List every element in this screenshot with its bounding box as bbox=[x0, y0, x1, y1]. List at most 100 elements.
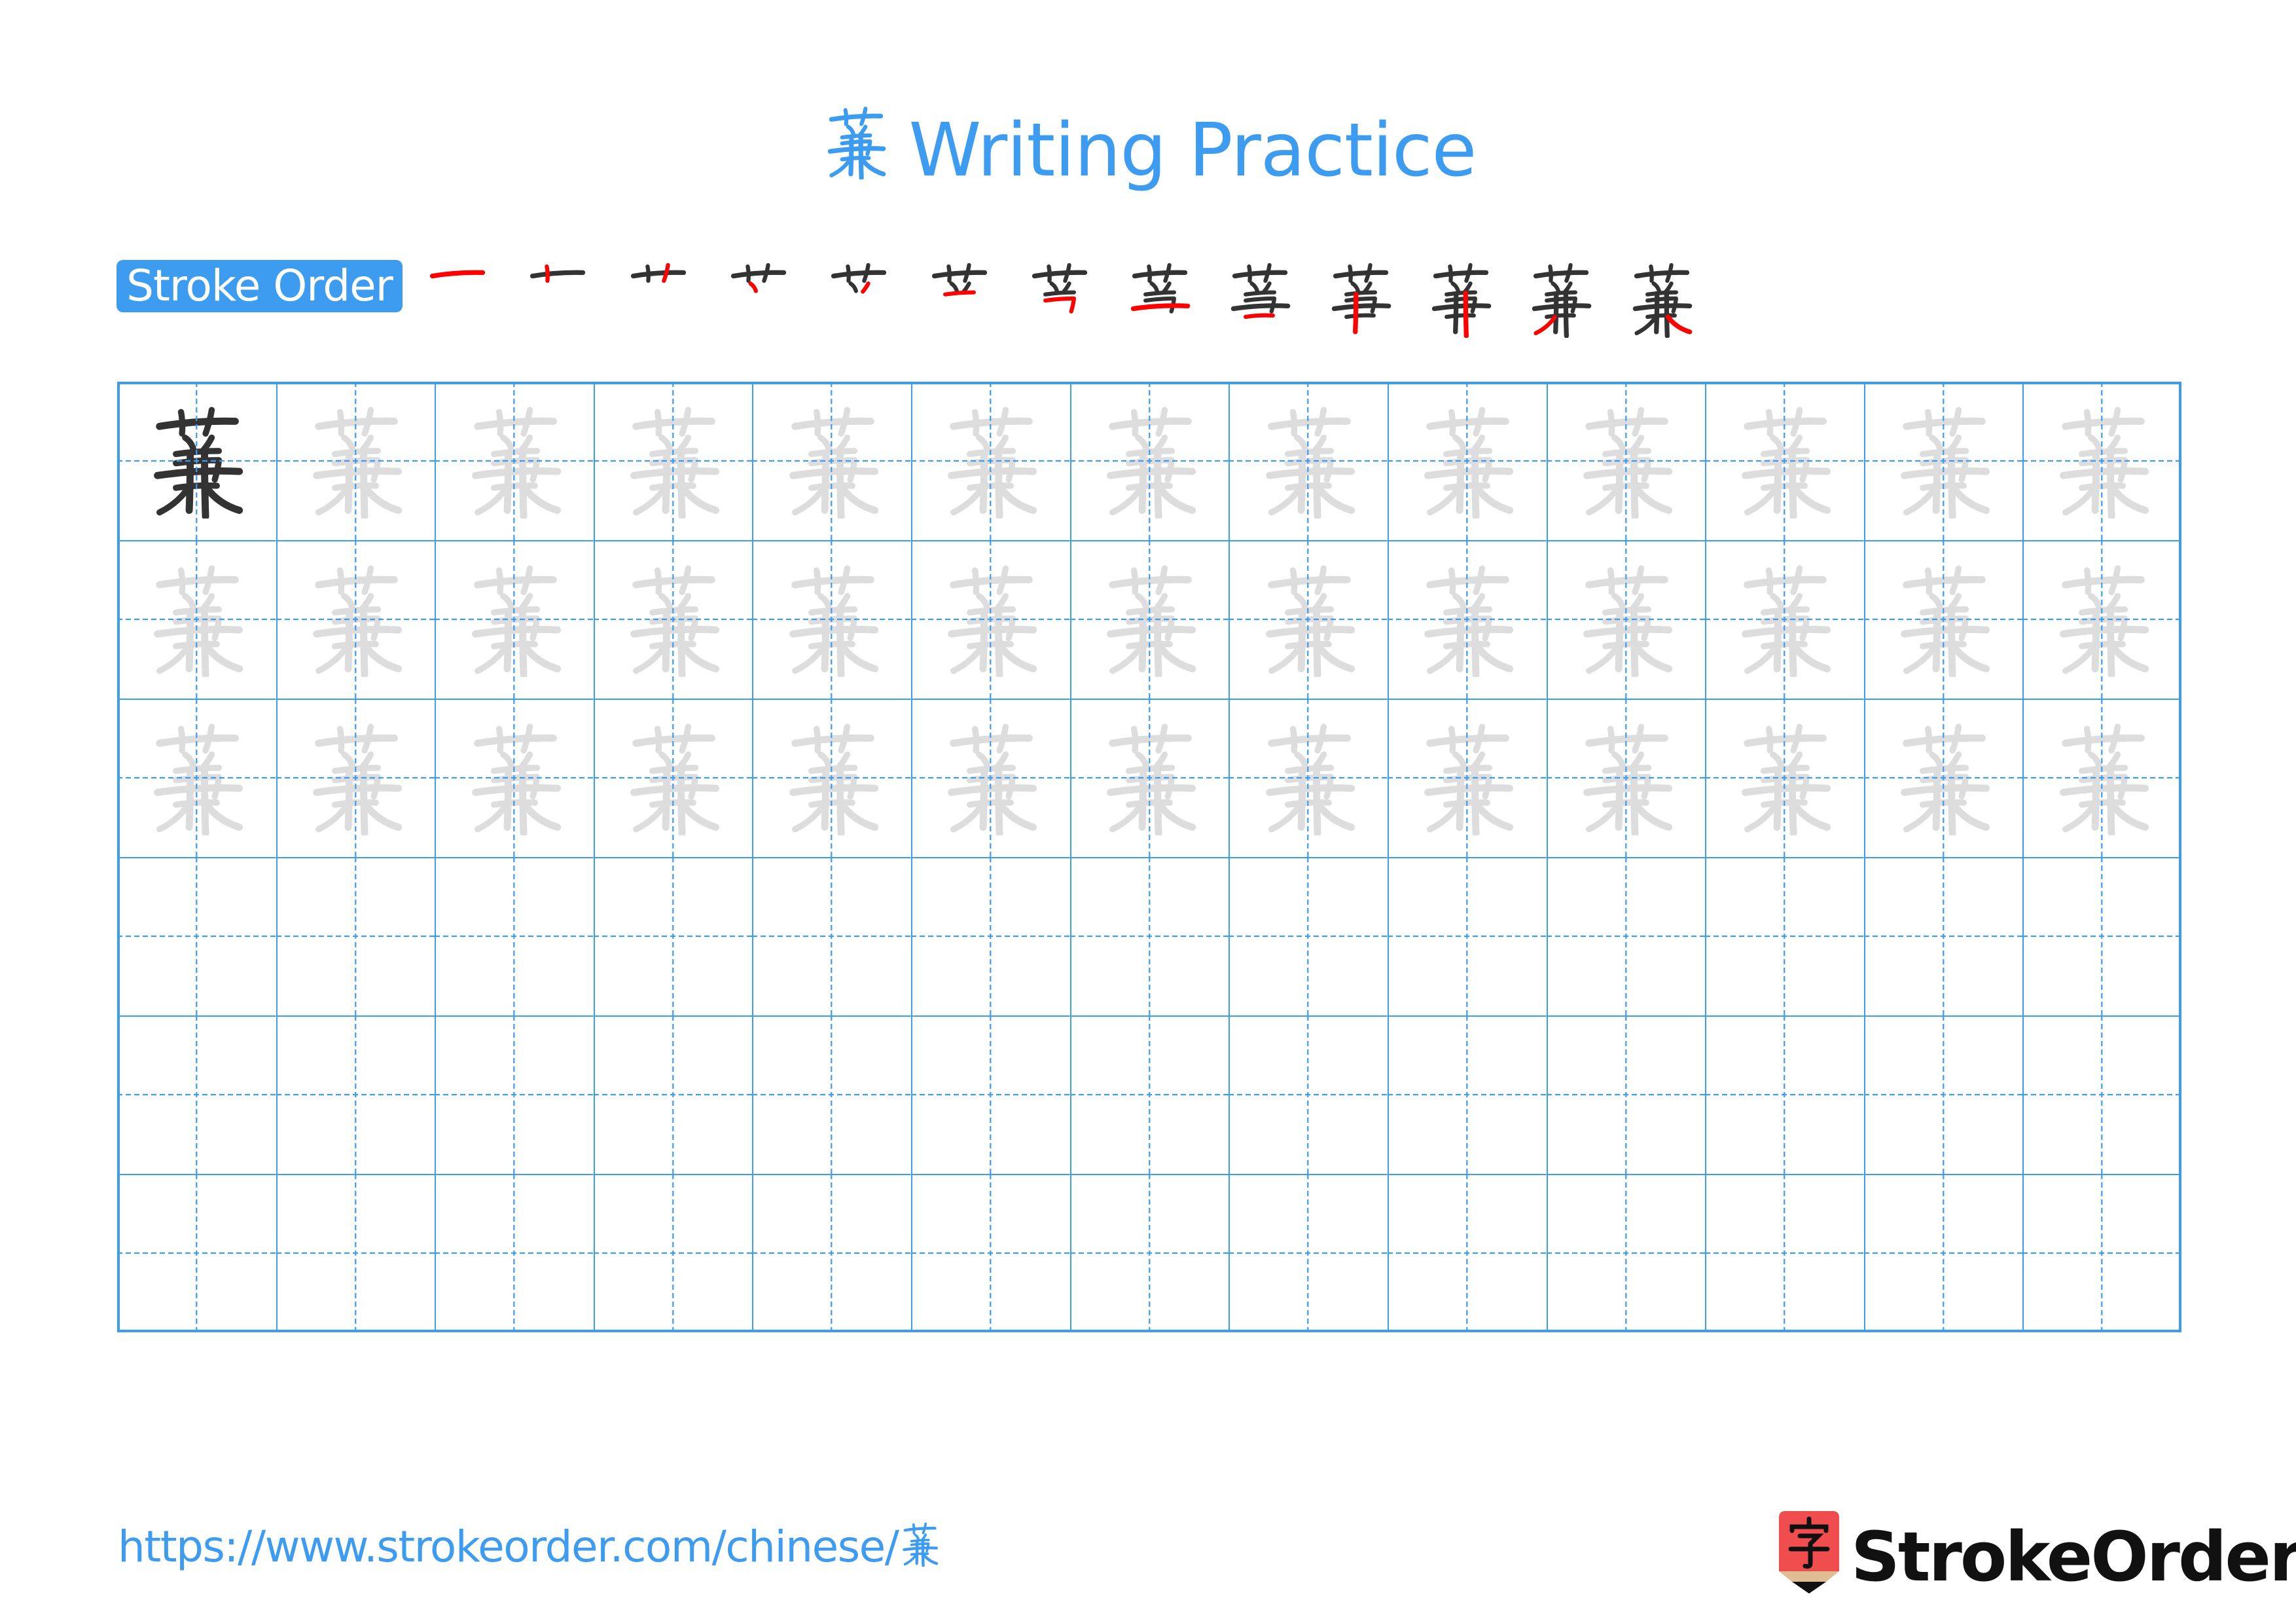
grid-cell[interactable] bbox=[752, 1174, 912, 1332]
grid-cell[interactable] bbox=[1387, 699, 1547, 857]
grid-cell[interactable] bbox=[593, 857, 753, 1015]
grid-cell[interactable] bbox=[117, 1174, 276, 1332]
grid-cell[interactable] bbox=[1863, 540, 2023, 699]
grid-cell[interactable] bbox=[752, 540, 912, 699]
grid-cell[interactable] bbox=[1705, 857, 1864, 1015]
grid-cell[interactable] bbox=[1863, 382, 2023, 540]
grid-cell[interactable] bbox=[911, 1174, 1070, 1332]
grid-cell[interactable] bbox=[1229, 1015, 1388, 1174]
grid-cell[interactable] bbox=[1229, 1174, 1388, 1332]
grid-cell[interactable] bbox=[593, 1015, 753, 1174]
grid-cell[interactable] bbox=[1863, 1015, 2023, 1174]
grid-cell[interactable] bbox=[593, 540, 753, 699]
grid-cell[interactable] bbox=[2022, 857, 2181, 1015]
grid-cell[interactable] bbox=[1229, 540, 1388, 699]
grid-cell[interactable] bbox=[435, 1174, 594, 1332]
grid-cell[interactable] bbox=[593, 699, 753, 857]
grid-cell[interactable] bbox=[1229, 857, 1388, 1015]
grid-cell[interactable] bbox=[1705, 1174, 1864, 1332]
grid-cell[interactable] bbox=[1387, 1174, 1547, 1332]
stroke-step-glyph bbox=[1130, 263, 1191, 314]
grid-cell[interactable] bbox=[435, 699, 594, 857]
grid-cell[interactable] bbox=[1387, 1015, 1547, 1174]
grid-cell[interactable] bbox=[1387, 382, 1547, 540]
grid-cell[interactable] bbox=[1546, 1174, 1706, 1332]
current-stroke bbox=[661, 263, 670, 283]
cell-guides bbox=[593, 1015, 753, 1174]
grid-cell[interactable] bbox=[1069, 1174, 1229, 1332]
grid-cell[interactable] bbox=[1069, 1015, 1229, 1174]
grid-cell[interactable] bbox=[2022, 1015, 2181, 1174]
grid-cell[interactable] bbox=[117, 1015, 276, 1174]
grid-cell[interactable] bbox=[1229, 699, 1388, 857]
grid-cell[interactable] bbox=[435, 857, 594, 1015]
grid-cell[interactable] bbox=[435, 382, 594, 540]
grid-cell[interactable] bbox=[752, 857, 912, 1015]
cell-guides bbox=[752, 1015, 912, 1174]
grid-cell[interactable] bbox=[1546, 540, 1706, 699]
grid-cell[interactable] bbox=[435, 1015, 594, 1174]
stroke bbox=[1132, 270, 1188, 279]
grid-cell[interactable] bbox=[593, 1174, 753, 1332]
grid-cell[interactable] bbox=[1705, 382, 1864, 540]
grid-cell[interactable] bbox=[593, 382, 753, 540]
grid-cell[interactable] bbox=[1229, 382, 1388, 540]
stroke bbox=[904, 1553, 918, 1566]
stroke bbox=[1664, 290, 1670, 338]
grid-cell[interactable] bbox=[1069, 699, 1229, 857]
grid-cell[interactable] bbox=[1863, 699, 2023, 857]
grid-cell[interactable] bbox=[276, 1015, 435, 1174]
grid-cell[interactable] bbox=[911, 699, 1070, 857]
stroke bbox=[1031, 270, 1087, 279]
grid-cell[interactable] bbox=[1387, 540, 1547, 699]
grid-cell[interactable] bbox=[276, 540, 435, 699]
grid-cell[interactable] bbox=[1387, 857, 1547, 1015]
grid-cell[interactable] bbox=[117, 540, 276, 699]
grid-cell[interactable] bbox=[911, 857, 1070, 1015]
grid-cell[interactable] bbox=[911, 540, 1070, 699]
stroke-step-glyph bbox=[831, 263, 887, 294]
stroke bbox=[1043, 290, 1076, 297]
grid-cell[interactable] bbox=[2022, 382, 2181, 540]
grid-cell[interactable] bbox=[1546, 857, 1706, 1015]
brand-logo: StrokeOrder bbox=[1779, 1511, 2296, 1599]
grid-cell[interactable] bbox=[117, 699, 276, 857]
grid-cell[interactable] bbox=[911, 1015, 1070, 1174]
grid-cell[interactable] bbox=[752, 699, 912, 857]
grid-cell[interactable] bbox=[911, 382, 1070, 540]
grid-cell[interactable] bbox=[1069, 382, 1229, 540]
grid-cell[interactable] bbox=[1546, 699, 1706, 857]
grid-cell[interactable] bbox=[276, 857, 435, 1015]
cell-guides bbox=[1546, 1015, 1706, 1174]
grid-cell[interactable] bbox=[276, 1174, 435, 1332]
grid-cell[interactable] bbox=[1069, 540, 1229, 699]
stroke-step-glyph bbox=[1231, 263, 1291, 319]
grid-cell[interactable] bbox=[117, 857, 276, 1015]
grid-cell[interactable] bbox=[1546, 382, 1706, 540]
grid-cell[interactable] bbox=[276, 382, 435, 540]
grid-cell[interactable] bbox=[1546, 1015, 1706, 1174]
grid-cell[interactable] bbox=[752, 1015, 912, 1174]
stroke bbox=[1263, 263, 1272, 283]
cell-guides bbox=[1705, 1015, 1864, 1174]
url-text[interactable]: https://www.strokeorder.com/chinese/ bbox=[118, 1522, 899, 1572]
grid-cell[interactable] bbox=[1863, 1174, 2023, 1332]
url-character[interactable] bbox=[899, 1522, 940, 1567]
grid-cell[interactable] bbox=[117, 382, 276, 540]
grid-cell[interactable] bbox=[2022, 540, 2181, 699]
source-url[interactable]: https://www.strokeorder.com/chinese/ bbox=[118, 1518, 940, 1577]
grid-cell[interactable] bbox=[1705, 540, 1864, 699]
logo-pencil-tip bbox=[1792, 1582, 1826, 1594]
stroke-order-sequence bbox=[0, 0, 2296, 367]
grid-cell[interactable] bbox=[752, 382, 912, 540]
grid-cell[interactable] bbox=[1705, 699, 1864, 857]
grid-cell[interactable] bbox=[1863, 857, 2023, 1015]
grid-cell[interactable] bbox=[2022, 1174, 2181, 1332]
grid-cell[interactable] bbox=[276, 699, 435, 857]
practice-grid bbox=[117, 382, 2181, 1332]
grid-cell[interactable] bbox=[435, 540, 594, 699]
cell-guides bbox=[911, 1174, 1070, 1332]
grid-cell[interactable] bbox=[1705, 1015, 1864, 1174]
grid-cell[interactable] bbox=[1069, 857, 1229, 1015]
grid-cell[interactable] bbox=[2022, 699, 2181, 857]
